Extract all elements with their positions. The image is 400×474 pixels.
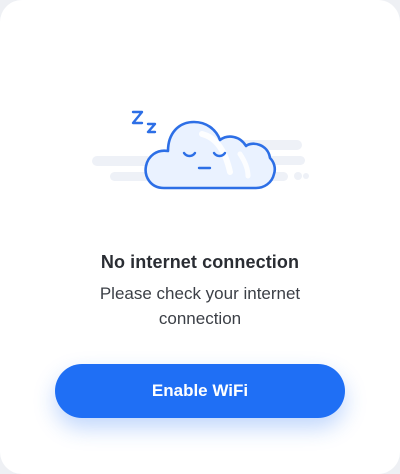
sleep-z-icon bbox=[131, 110, 157, 134]
sleeping-cloud-icon bbox=[92, 110, 309, 190]
enable-wifi-button[interactable]: Enable WiFi bbox=[55, 364, 345, 418]
no-connection-card: No internet connection Please check your… bbox=[0, 0, 400, 474]
cloud-shape bbox=[144, 120, 277, 190]
error-subtitle: Please check your internet connection bbox=[99, 284, 301, 328]
error-title: No internet connection bbox=[100, 252, 300, 272]
